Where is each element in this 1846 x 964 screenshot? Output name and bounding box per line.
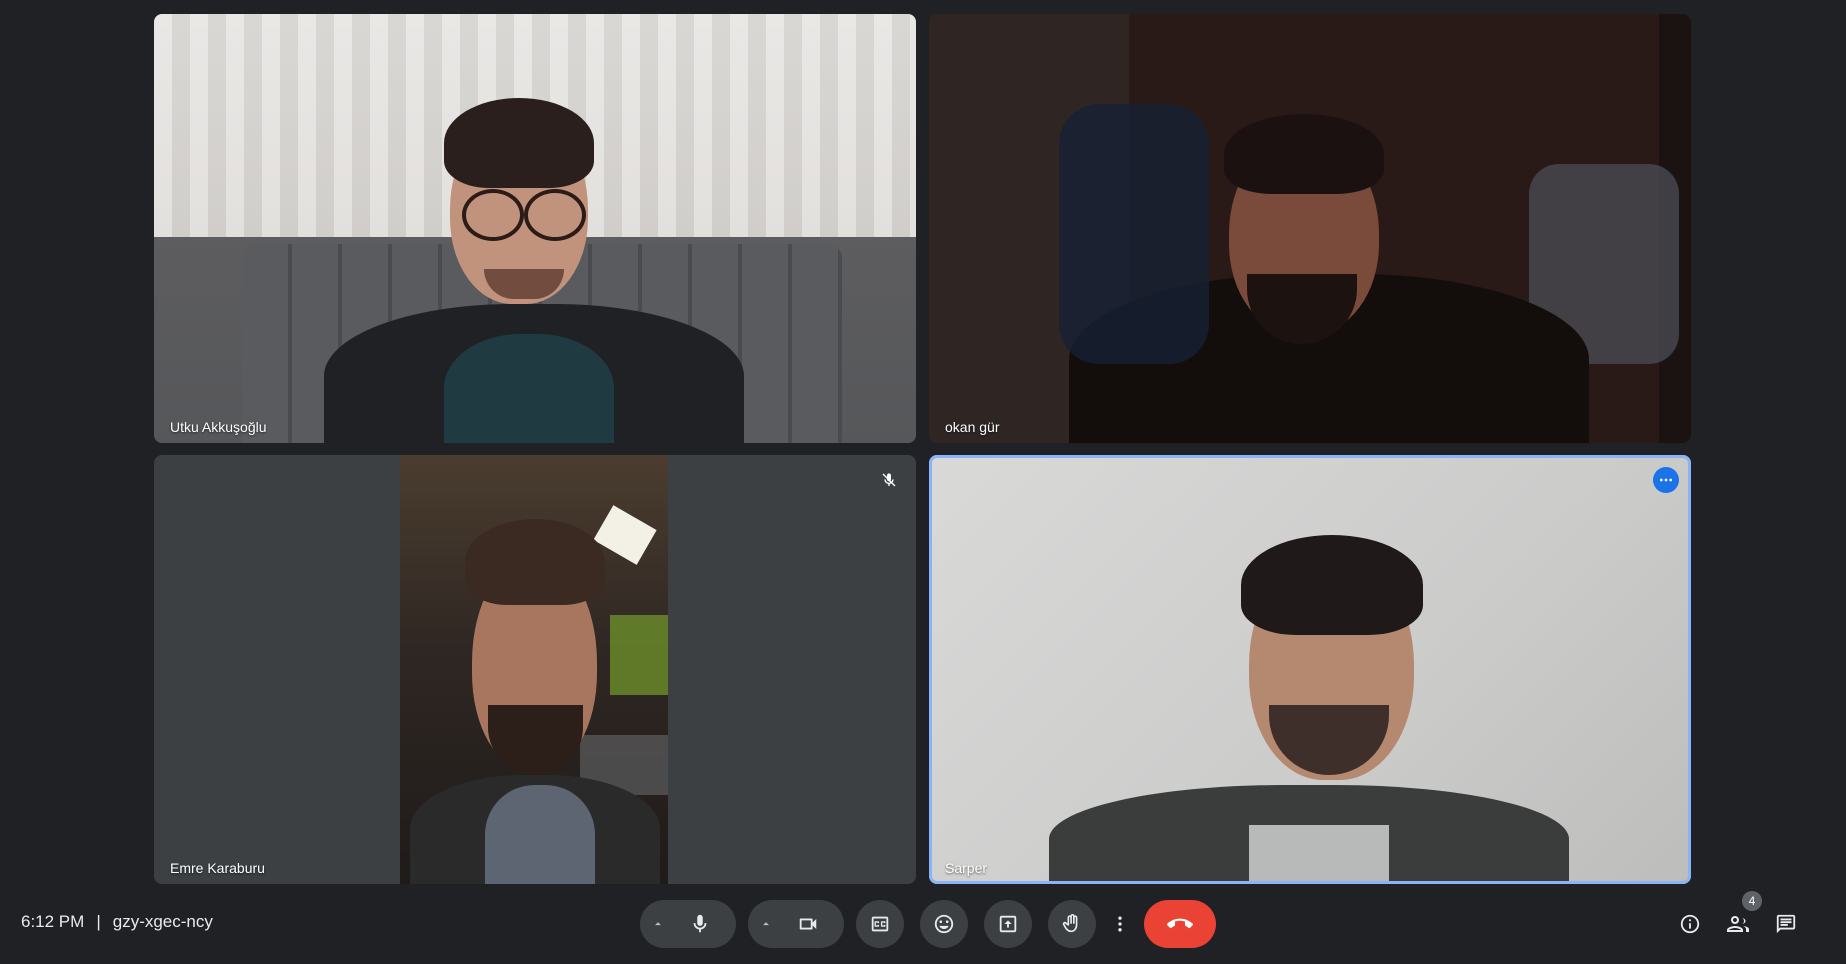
participant-name: okan gür xyxy=(945,419,1000,435)
more-options-button[interactable] xyxy=(1108,900,1132,948)
meeting-separator: | xyxy=(96,912,101,931)
active-speaker-border xyxy=(929,455,1691,884)
present-screen-button[interactable] xyxy=(984,900,1032,948)
meeting-controls xyxy=(640,900,1216,948)
participant-name: Utku Akkuşoğlu xyxy=(170,419,267,435)
people-icon xyxy=(1727,916,1749,932)
people-button[interactable]: 4 xyxy=(1714,891,1762,948)
emoji-button[interactable] xyxy=(920,900,968,948)
camera-button[interactable] xyxy=(784,900,832,948)
meeting-time: 6:12 PM xyxy=(21,912,85,931)
captions-button[interactable] xyxy=(856,900,904,948)
video-feed xyxy=(400,455,668,884)
info-icon[interactable] xyxy=(1666,900,1714,948)
participant-tile-sarper[interactable]: Sarper xyxy=(929,455,1691,884)
chevron-up-icon[interactable] xyxy=(640,900,676,948)
participant-tile-emre[interactable]: Emre Karaburu xyxy=(154,455,916,884)
meeting-info: 6:12 PM | gzy-xgec-ncy xyxy=(21,912,213,932)
raise-hand-button[interactable] xyxy=(1048,900,1096,948)
participant-tile-okan[interactable]: okan gür xyxy=(929,14,1691,443)
chevron-up-icon[interactable] xyxy=(748,900,784,948)
video-feed xyxy=(929,14,1691,443)
chat-icon[interactable] xyxy=(1762,900,1810,948)
end-call-button[interactable] xyxy=(1144,900,1216,948)
tile-more-options-icon[interactable] xyxy=(1653,467,1679,493)
participant-name: Emre Karaburu xyxy=(170,860,265,876)
mic-off-icon xyxy=(876,467,902,493)
camera-control-group xyxy=(748,900,844,948)
participant-tile-utku[interactable]: Utku Akkuşoğlu xyxy=(154,14,916,443)
meeting-code: gzy-xgec-ncy xyxy=(112,912,213,931)
microphone-control-group xyxy=(640,900,736,948)
microphone-button[interactable] xyxy=(676,900,724,948)
participant-name: Sarper xyxy=(945,860,988,876)
participant-count-badge: 4 xyxy=(1742,891,1762,911)
video-feed xyxy=(154,14,916,443)
side-panel-controls: 4 xyxy=(1666,891,1846,948)
